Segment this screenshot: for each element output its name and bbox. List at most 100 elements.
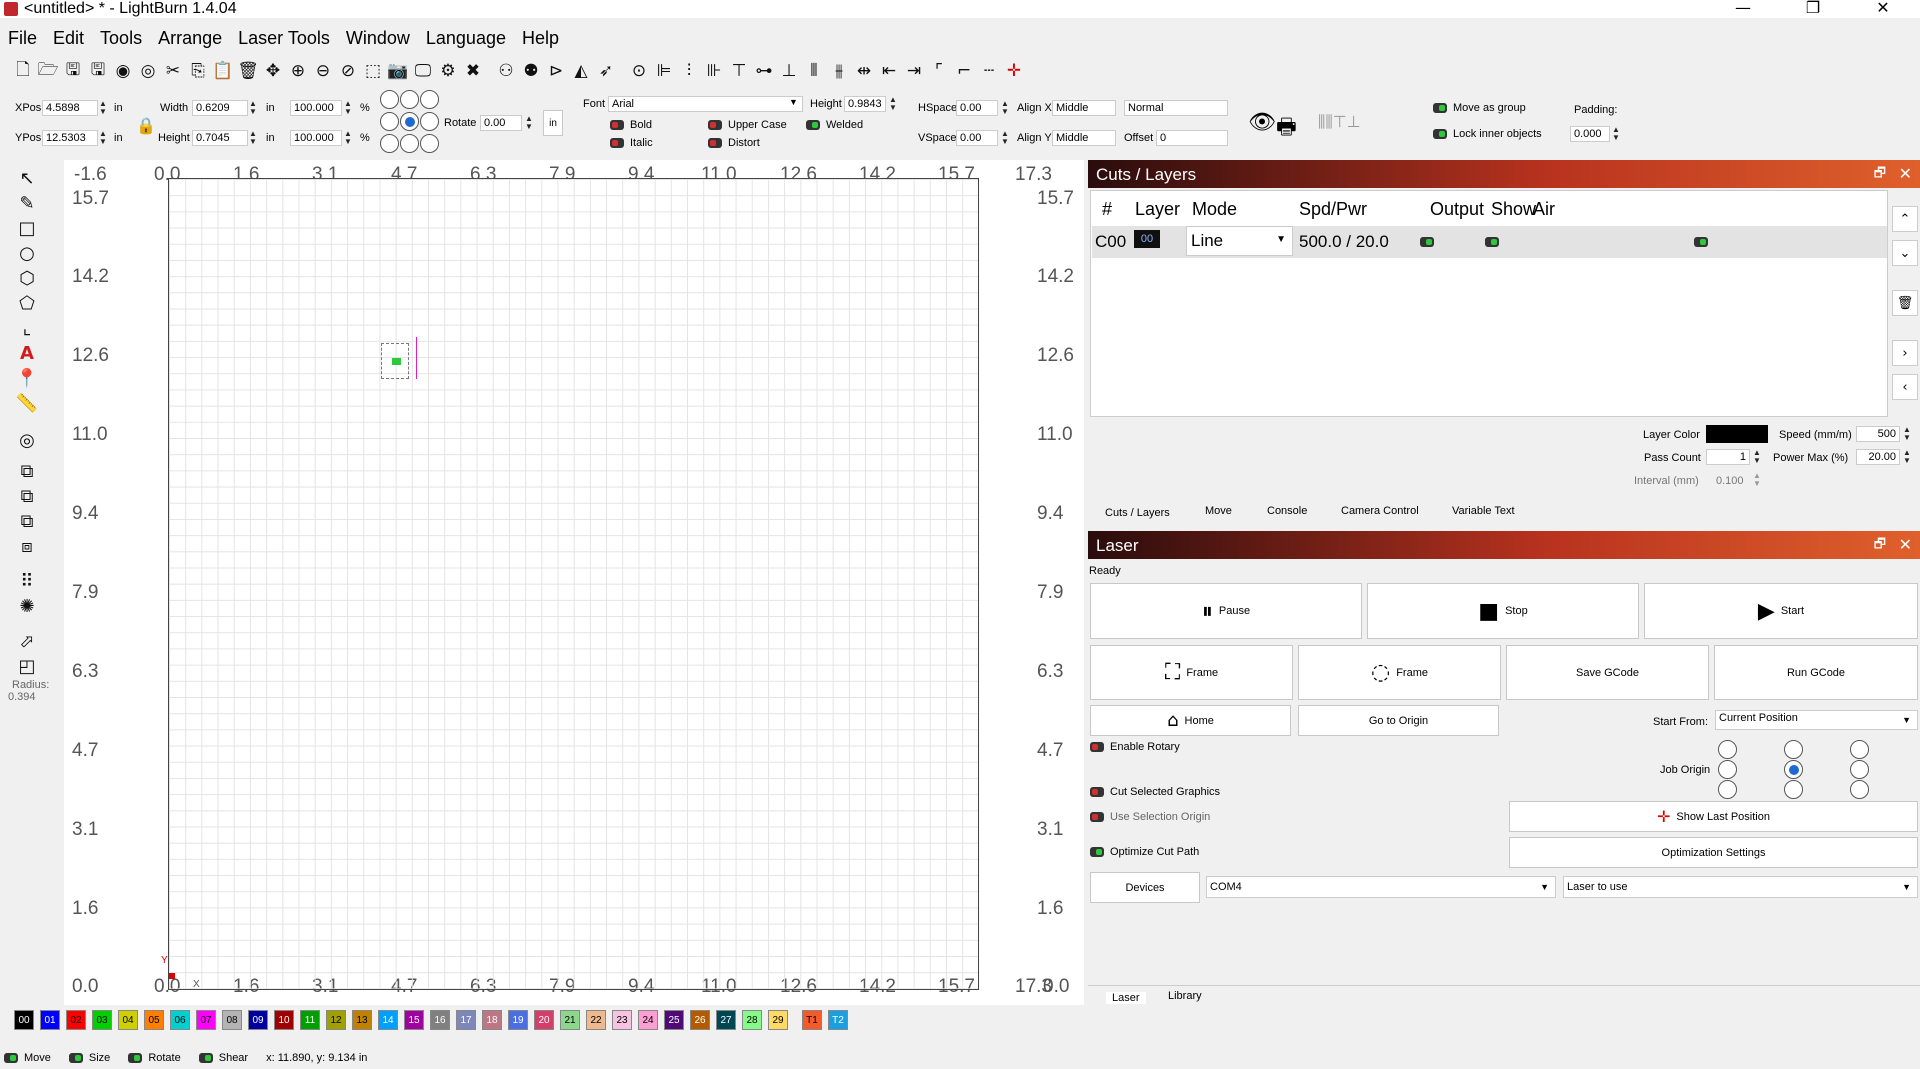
palette-swatch-09[interactable]: 09 [248,1010,268,1030]
welded-toggle[interactable]: Welded [806,119,863,131]
preview-eye-icon[interactable]: 👁 [1248,110,1276,135]
palette-swatch-24[interactable]: 24 [638,1010,658,1030]
palette-swatch-28[interactable]: 28 [742,1010,762,1030]
design-canvas[interactable]: -1.6 0.0 1.6 3.1 4.7 6.3 7.9 9.4 11.0 12… [64,160,1084,1005]
palette-swatch-03[interactable]: 03 [92,1010,112,1030]
ypos-field[interactable]: 12.5303 [42,130,98,146]
distribute-h-icon[interactable]: ⫴ [803,60,825,82]
interval-field[interactable]: 0.100 [1716,475,1744,487]
job-origin-mr[interactable] [1850,760,1869,779]
palette-swatch-11[interactable]: 11 [300,1010,320,1030]
use-selection-origin-toggle[interactable]: Use Selection Origin [1090,811,1210,823]
palette-swatch-01[interactable]: 01 [40,1010,60,1030]
speed-spin[interactable]: ▲ ▼ [1902,426,1912,442]
frame-rect-button[interactable]: ⛶ Frame [1090,645,1293,700]
xpos-field[interactable]: 4.5898 [42,100,98,116]
grid-array-icon[interactable]: ⠿ [14,569,40,593]
palette-swatch-T2[interactable]: T2 [828,1010,848,1030]
delete-icon[interactable]: 🗑 [237,60,259,82]
align-top-icon[interactable]: ⊤ [728,60,750,82]
corner-round-icon[interactable]: ⬀ [14,629,40,653]
move-layer-down-icon[interactable]: ⌄ [1892,240,1918,266]
monitor-icon[interactable]: 🖵 [412,60,434,82]
tab-laser[interactable]: Laser [1106,992,1146,1004]
job-origin-center[interactable] [1784,760,1803,779]
palette-swatch-07[interactable]: 07 [196,1010,216,1030]
align-bottom-icon[interactable]: ⊥ [778,60,800,82]
text-tool-icon[interactable]: A [14,341,40,365]
palette-swatch-15[interactable]: 15 [404,1010,424,1030]
palette-swatch-00[interactable]: 00 [14,1010,34,1030]
start-from-select[interactable]: Current Position ▼ [1715,710,1918,730]
position-laser-icon[interactable]: 📍 [14,366,40,390]
palette-swatch-13[interactable]: 13 [352,1010,372,1030]
align-left-icon[interactable]: ⊫ [653,60,675,82]
float-panel-icon[interactable]: 🗗 [1874,164,1886,186]
aligny-select[interactable]: Middle [1052,130,1116,146]
expand-left-icon[interactable]: ‹ [1892,374,1918,400]
float-panel-icon[interactable]: 🗗 [1874,535,1886,557]
anchor-br[interactable] [420,134,439,153]
pass-count-spin[interactable]: ▲ ▼ [1752,449,1762,465]
delete-layer-icon[interactable]: 🗑 [1892,290,1918,316]
dock-left-icon[interactable]: ⇤ [878,60,900,82]
workspace-grid[interactable]: Y X [161,178,979,990]
run-gcode-button[interactable]: Run GCode [1714,645,1918,700]
select-icon[interactable]: ↖ [14,166,40,190]
palette-swatch-21[interactable]: 21 [560,1010,580,1030]
align-right-icon[interactable]: ⊪ [703,60,725,82]
palette-swatch-26[interactable]: 26 [690,1010,710,1030]
width-field[interactable]: 0.6209 [192,100,248,116]
zoom-out-icon[interactable]: ⊖ [312,60,334,82]
palette-swatch-27[interactable]: 27 [716,1010,736,1030]
machine-settings-icon[interactable]: ✖ [462,60,484,82]
send-icon[interactable]: ➶ [595,60,617,82]
text-mode-select[interactable]: Normal [1124,100,1228,116]
draw-lines-icon[interactable]: ✎ [14,191,40,215]
mirror-icon[interactable]: ◭ [570,60,592,82]
save-as-icon[interactable]: 🖫 [87,60,109,82]
group-icon[interactable]: ⚇ [495,60,517,82]
palette-swatch-08[interactable]: 08 [222,1010,242,1030]
job-origin-bc[interactable] [1784,780,1803,799]
anchor-ml[interactable] [380,112,399,131]
go-to-origin-button[interactable]: Go to Origin [1298,705,1499,736]
width-spin[interactable]: ▲ ▼ [248,100,258,116]
new-file-icon[interactable]: 🗋 [12,60,34,82]
air-toggle[interactable] [1694,237,1708,247]
vspace-spin[interactable]: ▲ ▼ [1000,130,1010,146]
show-toggle[interactable] [1485,237,1499,247]
menu-arrange[interactable]: Arrange [150,28,230,52]
palette-swatch-12[interactable]: 12 [326,1010,346,1030]
offset-shapes-icon[interactable]: ◎ [14,428,40,452]
dock-right-icon[interactable]: ⇥ [903,60,925,82]
ellipse-icon[interactable]: ○ [14,241,40,265]
print-icon[interactable]: 🖶 [1276,110,1297,148]
import-icon[interactable]: ◉ [112,60,134,82]
measure-icon[interactable]: 📏 [14,391,40,415]
optimization-settings-button[interactable]: Optimization Settings [1509,837,1918,868]
pass-count-field[interactable]: 1 [1706,449,1750,465]
paste-icon[interactable]: 📋 [212,60,234,82]
palette-swatch-29[interactable]: 29 [768,1010,788,1030]
palette-swatch-18[interactable]: 18 [482,1010,502,1030]
pause-button[interactable]: ⏸ Pause [1090,583,1362,639]
zoom-selection-icon[interactable]: ⬚ [362,60,384,82]
palette-swatch-20[interactable]: 20 [534,1010,554,1030]
cut-icon[interactable]: ✂ [162,60,184,82]
corner-fillet-icon[interactable]: ◰ [14,654,40,678]
copy-icon[interactable]: ⎘ [187,60,209,82]
anchor-tc[interactable] [400,90,419,109]
polygon-icon[interactable]: ⬡ [14,266,40,290]
layer-mode-select[interactable]: Line ▼ [1186,226,1293,256]
save-icon[interactable]: 🖫 [62,60,84,82]
save-gcode-button[interactable]: Save GCode [1506,645,1709,700]
tab-cuts-layers[interactable]: Cuts / Layers [1105,507,1170,519]
layer-color-swatch[interactable]: 00 [1134,230,1160,248]
palette-swatch-19[interactable]: 19 [508,1010,528,1030]
move-together-icon[interactable]: ⇹ [853,60,875,82]
selection-center-handle[interactable] [392,358,401,365]
zoom-in-icon[interactable]: ⊕ [287,60,309,82]
lock-inner-toggle[interactable]: Lock inner objects [1433,128,1542,140]
edit-nodes-icon[interactable]: ⌞ [14,316,40,340]
